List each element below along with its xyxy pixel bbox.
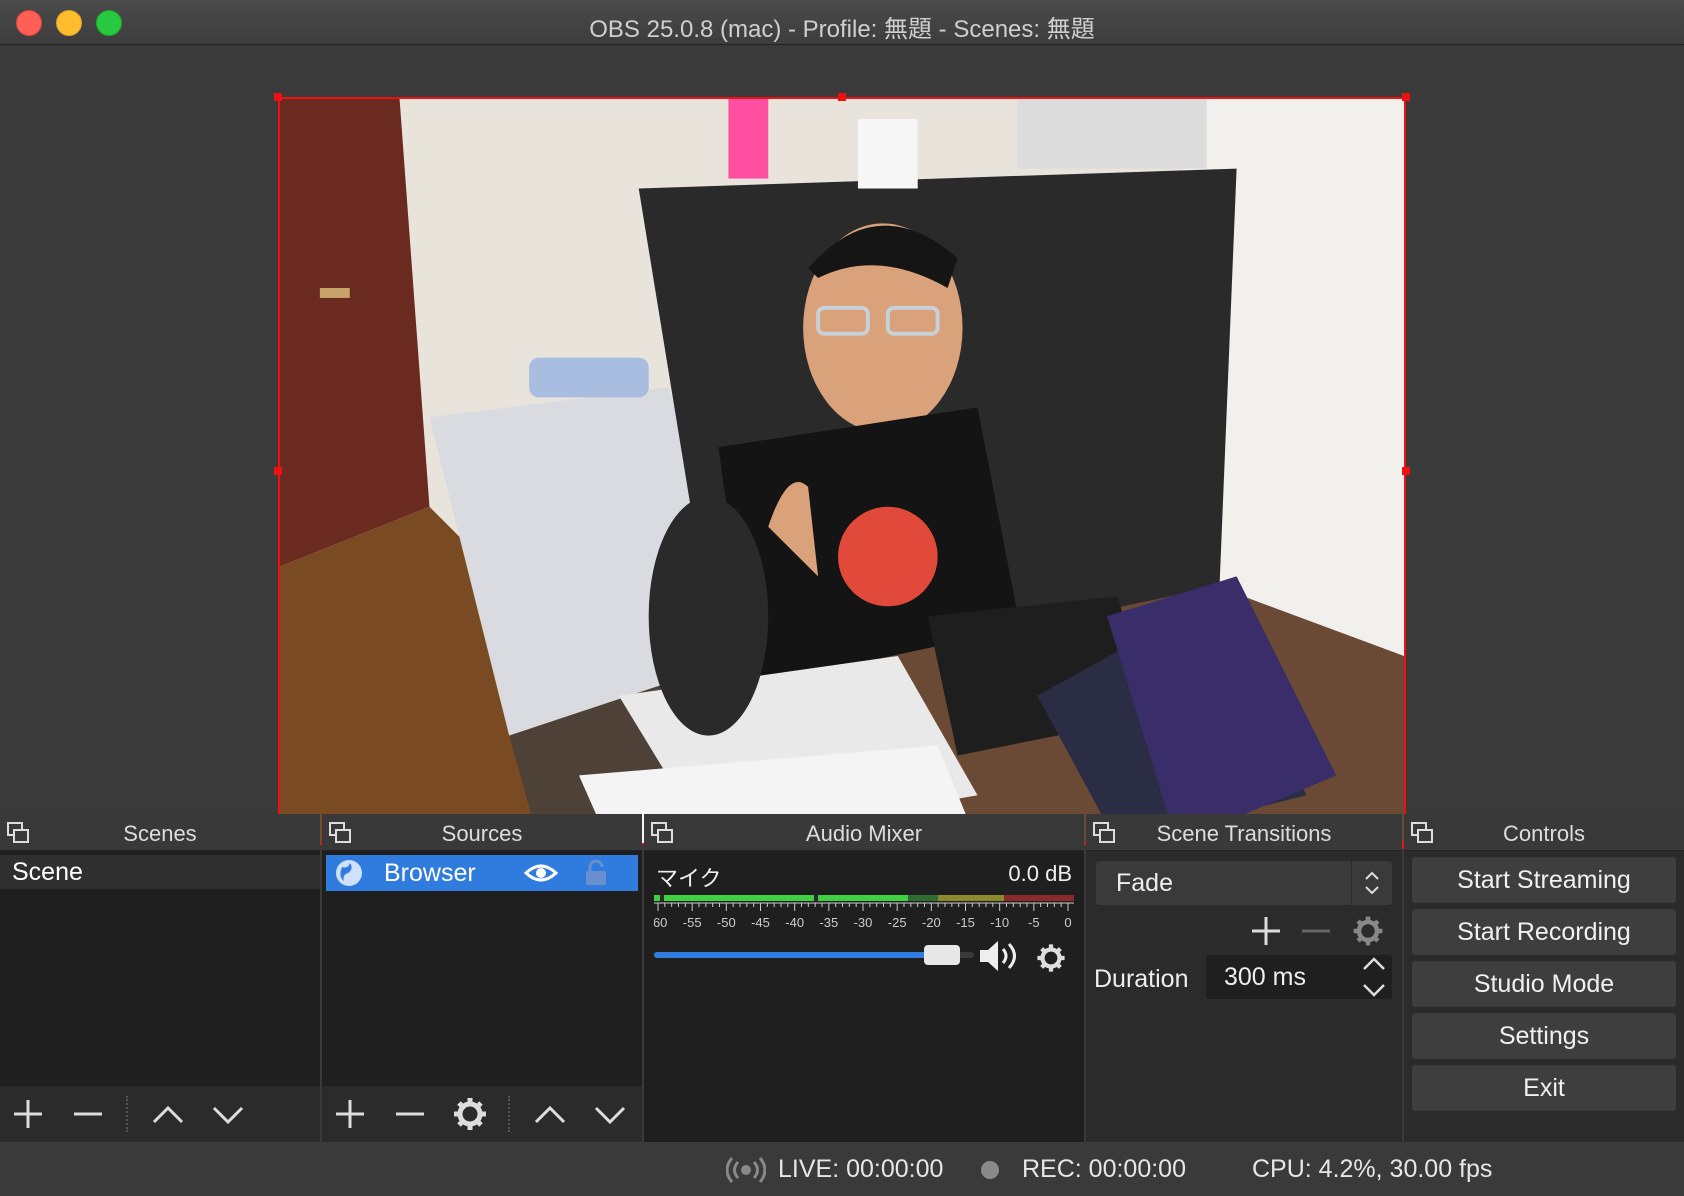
controls-dock-header: Controls bbox=[1404, 814, 1684, 851]
source-label: Browser bbox=[384, 859, 476, 887]
cpu-fps: CPU: 4.2%, 30.00 fps bbox=[1252, 1155, 1493, 1183]
window-title: OBS 25.0.8 (mac) - Profile: 無題 - Scenes:… bbox=[589, 16, 1095, 43]
resize-handle[interactable] bbox=[1402, 93, 1410, 101]
controls-dock: Controls Start Streaming Start Recording… bbox=[1404, 814, 1684, 1142]
scene-transitions-title: Scene Transitions bbox=[1156, 821, 1332, 846]
eye-icon[interactable] bbox=[524, 861, 558, 885]
chevron-updown-icon bbox=[1351, 861, 1379, 905]
settings-button[interactable]: Settings bbox=[1412, 1013, 1676, 1059]
sources-toolbar bbox=[322, 1085, 642, 1142]
gear-icon[interactable] bbox=[450, 1094, 490, 1134]
audio-mixer-title: Audio Mixer bbox=[805, 821, 923, 846]
meter-scale-label: -20 bbox=[922, 915, 941, 930]
unlock-icon[interactable] bbox=[582, 859, 610, 887]
sources-title: Sources bbox=[441, 821, 523, 846]
meter-scale-label: -35 bbox=[819, 915, 838, 930]
preview-source-frame[interactable] bbox=[278, 97, 1406, 845]
scenes-title: Scenes bbox=[123, 821, 197, 846]
start-streaming-button[interactable]: Start Streaming bbox=[1412, 857, 1676, 903]
controls-title: Controls bbox=[1503, 821, 1585, 846]
move-source-up-button[interactable] bbox=[530, 1094, 570, 1134]
volume-meter: -60-55-50-45-40-35-30-25-20-15-10-50 bbox=[654, 895, 1074, 930]
meter-scale-label: -50 bbox=[717, 915, 736, 930]
audio-mixer-dock: Audio Mixer マイク 0.0 dB -60-55-50-45-40-3… bbox=[644, 814, 1084, 1142]
move-scene-down-button[interactable] bbox=[208, 1094, 248, 1134]
transition-select-value: Fade bbox=[1116, 869, 1173, 897]
list-item[interactable]: Scene bbox=[0, 855, 320, 889]
toolbar-divider bbox=[126, 1096, 128, 1132]
studio-mode-button[interactable]: Studio Mode bbox=[1412, 961, 1676, 1007]
scene-transitions-body: Fade Duration 300 ms bbox=[1086, 851, 1402, 1142]
meter-scale-label: -55 bbox=[683, 915, 702, 930]
controls-body: Start Streaming Start Recording Studio M… bbox=[1404, 851, 1684, 1142]
duration-label: Duration bbox=[1094, 965, 1189, 993]
sources-dock-header: Sources bbox=[322, 814, 642, 851]
preview-area[interactable] bbox=[0, 45, 1684, 849]
volume-slider-fill bbox=[654, 952, 942, 958]
broadcast-icon bbox=[726, 1157, 766, 1183]
add-source-button[interactable] bbox=[330, 1094, 370, 1134]
scenes-toolbar bbox=[0, 1085, 320, 1142]
globe-icon bbox=[336, 860, 362, 886]
volume-slider-thumb[interactable] bbox=[924, 945, 960, 965]
scene-transitions-dock: Scene Transitions Fade Duration 300 ms bbox=[1086, 814, 1402, 1142]
meter-scale-label: -30 bbox=[854, 915, 873, 930]
gear-icon[interactable] bbox=[1350, 913, 1386, 949]
channel-name: マイク bbox=[656, 866, 722, 891]
meter-scale-label: -60 bbox=[654, 915, 667, 930]
move-source-down-button[interactable] bbox=[590, 1094, 630, 1134]
remove-source-button[interactable] bbox=[390, 1094, 430, 1134]
transition-select[interactable]: Fade bbox=[1096, 861, 1392, 905]
exit-button[interactable]: Exit bbox=[1412, 1065, 1676, 1111]
meter-scale-label: -10 bbox=[990, 915, 1009, 930]
live-timer: LIVE: 00:00:00 bbox=[778, 1155, 944, 1183]
sources-dock: Sources Browser bbox=[322, 814, 642, 1142]
duration-value: 300 ms bbox=[1224, 963, 1306, 991]
add-transition-button[interactable] bbox=[1246, 911, 1286, 951]
speaker-icon[interactable] bbox=[978, 939, 1022, 973]
move-scene-up-button[interactable] bbox=[148, 1094, 188, 1134]
status-bar: LIVE: 00:00:00 REC: 00:00:00 CPU: 4.2%, … bbox=[0, 1142, 1684, 1196]
scenes-dock: Scenes Scene bbox=[0, 814, 320, 1142]
scenes-dock-header: Scenes bbox=[0, 814, 320, 851]
meter-scale-label: -5 bbox=[1028, 915, 1040, 930]
start-recording-button[interactable]: Start Recording bbox=[1412, 909, 1676, 955]
record-dot-icon bbox=[981, 1161, 999, 1179]
channel-level: 0.0 dB bbox=[1008, 861, 1072, 886]
remove-transition-button[interactable] bbox=[1296, 911, 1336, 951]
list-item[interactable]: Browser bbox=[326, 855, 638, 891]
audio-mixer-dock-header: Audio Mixer bbox=[644, 814, 1084, 851]
resize-handle[interactable] bbox=[274, 93, 282, 101]
scene-transitions-dock-header: Scene Transitions bbox=[1086, 814, 1402, 851]
meter-scale-label: -15 bbox=[956, 915, 975, 930]
rec-timer: REC: 00:00:00 bbox=[1022, 1155, 1186, 1183]
window-titlebar: OBS 25.0.8 (mac) - Profile: 無題 - Scenes:… bbox=[0, 0, 1684, 45]
add-scene-button[interactable] bbox=[8, 1094, 48, 1134]
gear-icon[interactable] bbox=[1034, 941, 1068, 975]
duration-stepper[interactable] bbox=[1358, 955, 1390, 999]
toolbar-divider bbox=[508, 1096, 510, 1132]
audio-mixer-body: マイク 0.0 dB -60-55-50-45-40-35-30-25-20-1… bbox=[644, 851, 1084, 1142]
resize-handle[interactable] bbox=[274, 467, 282, 475]
remove-scene-button[interactable] bbox=[68, 1094, 108, 1134]
meter-scale-label: -25 bbox=[888, 915, 907, 930]
volume-slider[interactable] bbox=[654, 945, 974, 965]
meter-scale-label: -40 bbox=[785, 915, 804, 930]
resize-handle[interactable] bbox=[1402, 467, 1410, 475]
resize-handle[interactable] bbox=[838, 93, 846, 101]
meter-scale-label: -45 bbox=[751, 915, 770, 930]
webcam-preview-image bbox=[280, 99, 1404, 843]
meter-scale-label: 0 bbox=[1064, 915, 1071, 930]
